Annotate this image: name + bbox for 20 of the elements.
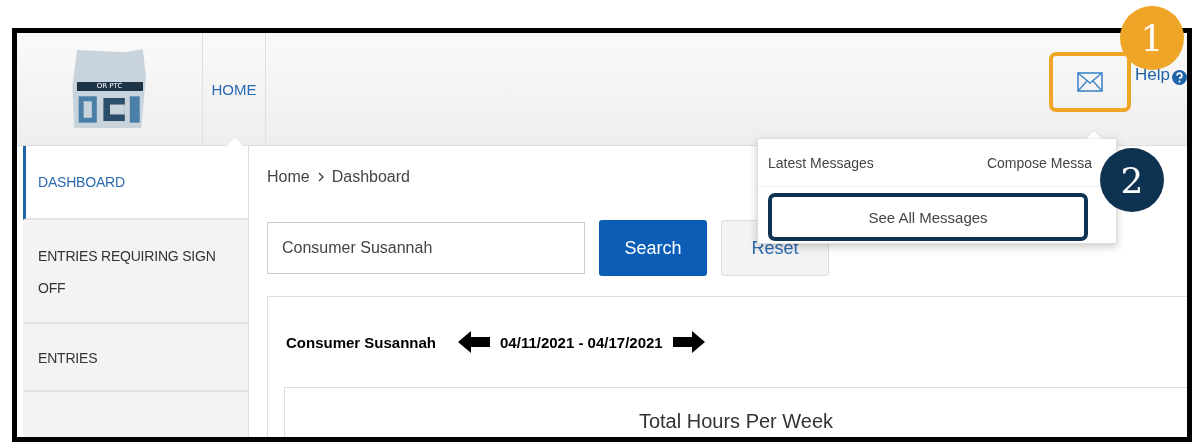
- next-week-arrow-icon[interactable]: [672, 331, 705, 353]
- sidebar-item[interactable]: ENTRIES REQUIRING SIGN OFF: [23, 220, 248, 324]
- envelope-icon: [1077, 72, 1104, 92]
- previous-week-arrow-icon[interactable]: [458, 331, 491, 353]
- sidebar-item[interactable]: ENTRIES: [23, 324, 248, 392]
- messages-button[interactable]: [1049, 52, 1132, 112]
- breadcrumb-current: Dashboard: [331, 168, 410, 186]
- consumer-name: Consumer Susannah: [286, 333, 437, 351]
- breadcrumb-link[interactable]: Home: [267, 168, 310, 186]
- chevron-icon: [317, 172, 324, 182]
- search-button[interactable]: Search: [599, 220, 707, 276]
- see-all-messages-button[interactable]: See All Messages: [768, 193, 1088, 241]
- sidebar-item[interactable]: DASHBOARD: [23, 146, 248, 220]
- search-field[interactable]: Consumer Susannah: [267, 222, 585, 274]
- nav-tab[interactable]: HOME: [203, 33, 266, 145]
- help-icon[interactable]: [1172, 70, 1187, 85]
- card-title: Total Hours Per Week: [638, 410, 834, 434]
- date-range: 04/11/2021 - 04/17/2021: [500, 333, 663, 351]
- compose-link[interactable]: Compose Messa: [986, 155, 1092, 186]
- menu-label: Latest Messages: [768, 155, 874, 173]
